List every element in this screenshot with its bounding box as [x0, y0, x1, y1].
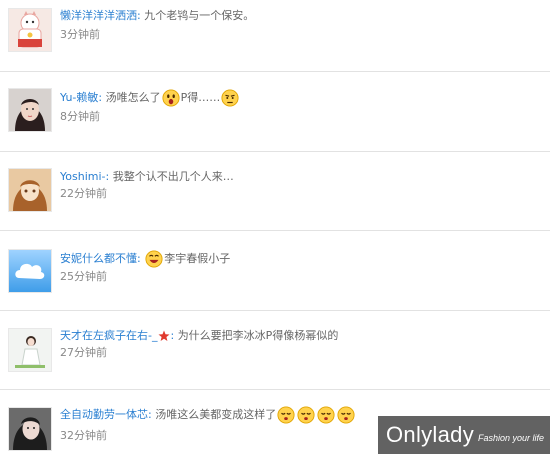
onlylady-watermark: Onlylady Fashion your life — [378, 416, 550, 454]
annoyed-face-icon — [221, 89, 239, 107]
username-link[interactable]: 天才在左疯子在右-_ — [60, 328, 157, 344]
laughing-face-icon — [145, 250, 163, 268]
girl-hair-avatar[interactable] — [8, 407, 52, 451]
timestamp: 22分钟前 — [60, 187, 107, 200]
surprised-face-icon — [162, 89, 180, 107]
anime-girl-avatar[interactable] — [8, 168, 52, 212]
timestamp: 8分钟前 — [60, 110, 100, 123]
colon: : — [98, 91, 103, 104]
divider — [0, 310, 550, 311]
username-link[interactable]: Yoshimi- — [60, 169, 106, 185]
divider — [0, 71, 550, 72]
username-link[interactable]: Yu-赖敏 — [60, 90, 98, 106]
comment-text: 九个老鸨与一个保安。 — [144, 9, 255, 22]
crying-face-icon — [317, 406, 335, 424]
comment-text-extra: P得…… — [180, 91, 221, 104]
watermark-tagline: Fashion your life — [478, 433, 545, 443]
lucky-cat-avatar[interactable] — [8, 8, 52, 52]
username-link[interactable]: 懒洋洋洋洋洒洒 — [60, 8, 137, 24]
username-link[interactable]: 全自动勤劳一体芯 — [60, 407, 148, 423]
divider — [0, 230, 550, 231]
comment-text: 为什么要把李冰冰P得像杨幂似的 — [177, 329, 339, 342]
comment-feed: 懒洋洋洋洋洒洒: 九个老鸨与一个保安。 3分钟前 Yu-赖敏: 汤唯怎么了 P得… — [0, 0, 550, 465]
colon: : — [137, 9, 141, 22]
timestamp: 3分钟前 — [60, 28, 100, 41]
colon: : — [170, 329, 175, 342]
crying-face-icon — [277, 406, 295, 424]
timestamp: 32分钟前 — [60, 429, 107, 442]
username-link[interactable]: 安妮什么都不懂 — [60, 251, 137, 267]
colon: : — [148, 408, 152, 421]
timestamp: 27分钟前 — [60, 346, 107, 359]
crying-face-icon — [337, 406, 355, 424]
colon: : — [137, 252, 141, 265]
star-icon — [158, 330, 170, 342]
cloud-avatar[interactable] — [8, 249, 52, 293]
crying-face-icon — [297, 406, 315, 424]
comment-text: 汤唯怎么了 — [105, 91, 161, 104]
comment-text: 汤唯这么美都变成这样了 — [155, 408, 277, 421]
watermark-logo: Onlylady — [386, 422, 474, 447]
comment-text: 李宇春假小子 — [164, 252, 231, 265]
timestamp: 25分钟前 — [60, 270, 107, 283]
divider — [0, 389, 550, 390]
doll-figure-avatar[interactable] — [8, 328, 52, 372]
comment-text: 我整个认不出几个人来… — [112, 170, 234, 183]
girl-portrait-avatar[interactable] — [8, 88, 52, 132]
colon: : — [105, 170, 110, 183]
divider — [0, 151, 550, 152]
